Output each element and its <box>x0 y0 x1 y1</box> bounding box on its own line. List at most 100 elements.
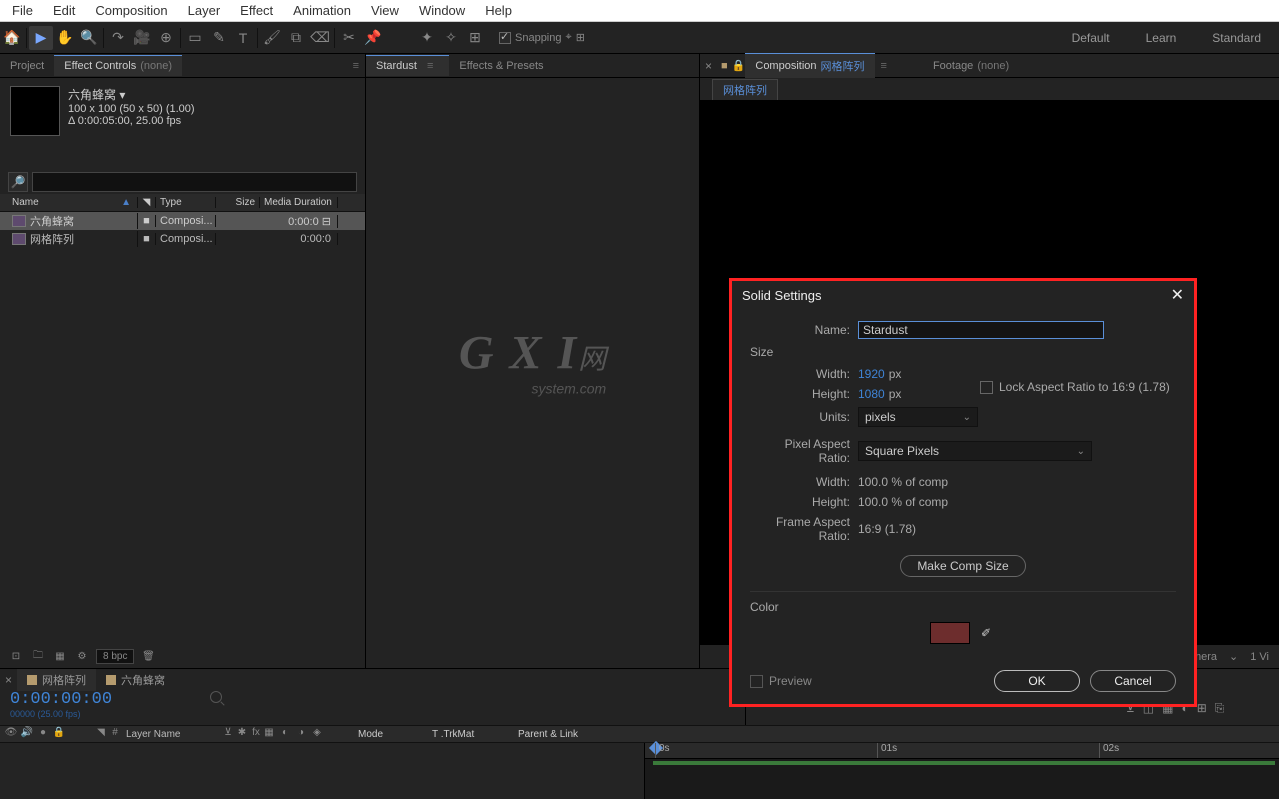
text-tool-icon[interactable]: T <box>231 26 255 50</box>
checkbox-icon[interactable] <box>499 32 511 44</box>
menu-layer[interactable]: Layer <box>178 3 231 18</box>
tab-stardust[interactable]: Stardust ≡ <box>366 55 449 76</box>
timeline-tab[interactable]: 六角蜂窝 <box>96 669 175 691</box>
selection-tool-icon[interactable]: ▶ <box>29 26 53 50</box>
label-swatch[interactable]: ■ <box>138 215 156 227</box>
graph-editor-icon[interactable]: ⊞ <box>1197 701 1207 716</box>
color-swatch[interactable] <box>930 622 970 644</box>
column-name[interactable]: Name▲ <box>8 197 138 208</box>
panel-menu-icon[interactable]: ≡ <box>347 60 365 72</box>
panel-menu-icon[interactable]: ≡ <box>875 60 893 72</box>
layer-name-column[interactable]: Layer Name <box>122 729 222 740</box>
clone-tool-icon[interactable]: ⧉ <box>284 26 308 50</box>
label-swatch[interactable]: ■ <box>138 233 156 245</box>
close-tab-icon[interactable]: × <box>700 59 717 73</box>
name-input[interactable] <box>858 321 1104 339</box>
lock-icon[interactable]: 🔒 <box>52 727 66 741</box>
solo-icon[interactable]: ● <box>36 727 50 741</box>
column-size[interactable]: Size <box>216 197 260 208</box>
views-dropdown[interactable]: 1 Vi <box>1246 651 1273 663</box>
active-comp-name[interactable]: 网格阵列 <box>821 58 865 74</box>
menu-effect[interactable]: Effect <box>230 3 283 18</box>
3d-tool-icon[interactable]: ✧ <box>439 26 463 50</box>
pen-tool-icon[interactable]: ✎ <box>207 26 231 50</box>
current-timecode[interactable]: 0:00:00:00 <box>10 691 112 709</box>
column-type[interactable]: Type <box>156 197 216 208</box>
flowchart-icon[interactable]: ⊟ <box>322 216 331 228</box>
snapping-toggle[interactable]: Snapping ⌖ ⊞ <box>493 29 591 46</box>
height-value[interactable]: 1080 <box>858 387 885 401</box>
app-menubar[interactable]: File Edit Composition Layer Effect Anima… <box>0 0 1279 22</box>
menu-edit[interactable]: Edit <box>43 3 85 18</box>
align-tool-icon[interactable]: ⊞ <box>463 26 487 50</box>
hand-tool-icon[interactable]: ✋ <box>53 26 77 50</box>
close-icon[interactable]: ✕ <box>1171 285 1184 305</box>
tab-composition[interactable]: Composition 网格阵列 <box>745 53 874 78</box>
tab-effect-controls[interactable]: Effect Controls (none) <box>54 55 182 76</box>
brush-tool-icon[interactable]: 🖌 <box>260 26 284 50</box>
timeline-tab[interactable]: 网格阵列 <box>17 669 96 691</box>
shape-tool-icon[interactable]: ▭ <box>183 26 207 50</box>
brainstorm-icon[interactable]: ⎘ <box>1215 701 1225 716</box>
menu-composition[interactable]: Composition <box>85 3 177 18</box>
project-row[interactable]: 网格阵列 ■ Composi... 0:00:0 <box>0 230 365 248</box>
parent-column[interactable]: Parent & Link <box>512 729 632 740</box>
workspace-standard[interactable]: Standard <box>1194 22 1279 53</box>
width-value[interactable]: 1920 <box>858 367 885 381</box>
tab-footage[interactable]: Footage (none) <box>923 56 1019 76</box>
search-icon[interactable]: 🔎 <box>8 172 28 192</box>
label-column-icon[interactable]: ◥ <box>94 727 108 741</box>
number-column-icon[interactable]: # <box>108 727 122 741</box>
menu-window[interactable]: Window <box>409 3 475 18</box>
orbit-tool-icon[interactable]: ↷ <box>106 26 130 50</box>
menu-view[interactable]: View <box>361 3 409 18</box>
zoom-tool-icon[interactable]: 🔍 <box>77 26 101 50</box>
tab-project[interactable]: Project <box>0 56 54 76</box>
trkmat-column[interactable]: T .TrkMat <box>432 729 512 740</box>
new-folder-icon[interactable]: 🗀 <box>30 649 46 663</box>
project-row[interactable]: 六角蜂窝 ■ Composi... 0:00:0 ⊟ <box>0 212 365 230</box>
tab-effects-presets[interactable]: Effects & Presets <box>449 56 553 76</box>
make-comp-size-button[interactable]: Make Comp Size <box>900 555 1025 577</box>
dialog-titlebar[interactable]: Solid Settings ✕ <box>732 281 1194 309</box>
trash-icon[interactable]: 🗑 <box>140 649 156 663</box>
axis-tool-icon[interactable]: ✦ <box>415 26 439 50</box>
audio-icon[interactable]: 🔊 <box>20 727 34 741</box>
home-icon[interactable]: 🏠 <box>0 26 24 50</box>
column-label[interactable]: ◥ <box>138 197 156 208</box>
pan-behind-icon[interactable]: ⊕ <box>154 26 178 50</box>
layer-list-area[interactable] <box>0 743 645 799</box>
menu-help[interactable]: Help <box>475 3 522 18</box>
new-comp-icon[interactable]: ▦ <box>52 649 68 663</box>
work-area-bar[interactable] <box>653 761 1275 765</box>
checkbox-icon[interactable] <box>980 381 993 394</box>
cancel-button[interactable]: Cancel <box>1090 670 1176 692</box>
workspace-learn[interactable]: Learn <box>1128 22 1195 53</box>
time-ruler[interactable]: 0s 01s 02s <box>645 743 1279 759</box>
puppet-tool-icon[interactable]: 📌 <box>361 26 385 50</box>
comp-breadcrumb-item[interactable]: 网格阵列 <box>712 79 778 100</box>
camera-tool-icon[interactable]: 🎥 <box>130 26 154 50</box>
lock-aspect-ratio-checkbox[interactable]: Lock Aspect Ratio to 16:9 (1.78) <box>980 380 1170 394</box>
panel-menu-icon[interactable]: ≡ <box>421 60 439 72</box>
search-input[interactable] <box>32 172 357 192</box>
item-title[interactable]: 六角蜂窝 ▾ <box>68 86 195 103</box>
menu-animation[interactable]: Animation <box>283 3 361 18</box>
workspace-default[interactable]: Default <box>1054 22 1128 53</box>
pixel-aspect-dropdown[interactable]: Square Pixels⌄ <box>858 441 1092 461</box>
column-media-duration[interactable]: Media Duration <box>260 197 338 208</box>
search-icon[interactable] <box>210 691 222 703</box>
bit-depth-indicator[interactable]: 8 bpc <box>96 649 134 664</box>
track-area[interactable] <box>645 759 1279 799</box>
eyedropper-icon[interactable]: ✐ <box>976 622 996 644</box>
ok-button[interactable]: OK <box>994 670 1080 692</box>
roto-tool-icon[interactable]: ✂ <box>337 26 361 50</box>
close-tab-icon[interactable]: × <box>0 673 17 687</box>
lock-icon[interactable]: 🔒 <box>732 59 746 72</box>
checkbox-icon[interactable] <box>750 675 763 688</box>
video-visible-icon[interactable]: 👁 <box>4 727 18 741</box>
item-thumbnail[interactable] <box>10 86 60 136</box>
interpret-footage-icon[interactable]: ⊡ <box>8 649 24 663</box>
menu-file[interactable]: File <box>2 3 43 18</box>
snap-magnet-icon[interactable]: ⌖ <box>566 31 572 44</box>
